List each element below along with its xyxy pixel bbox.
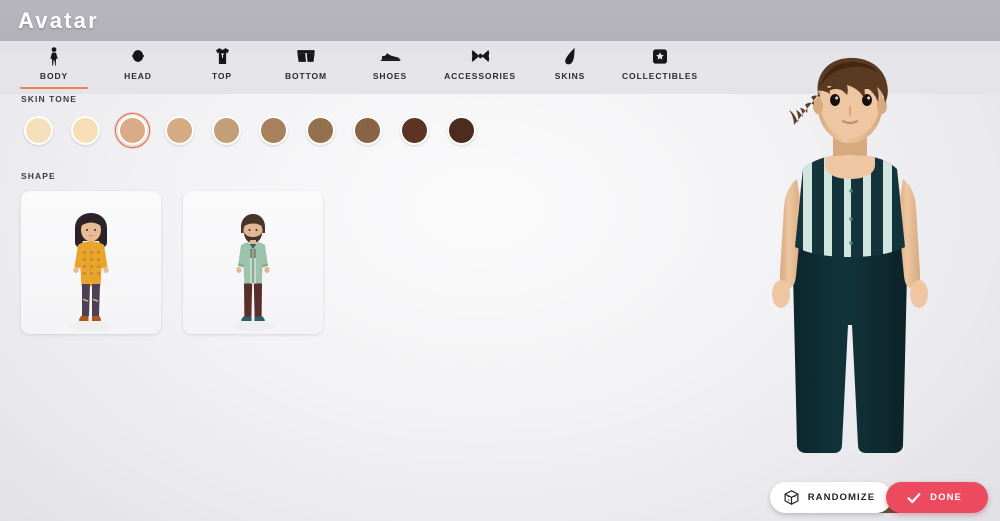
tab-accessories[interactable]: ACCESSORIES: [432, 41, 528, 94]
skin-tone-swatch-6[interactable]: [303, 113, 338, 148]
tab-label: SKINS: [554, 71, 586, 81]
body-icon: [46, 46, 62, 66]
page-title: Avatar: [18, 7, 99, 33]
skin-tone-swatch-8[interactable]: [397, 113, 432, 148]
shape-figure: [207, 204, 299, 334]
tab-head[interactable]: HEAD: [96, 41, 180, 94]
tab-body[interactable]: BODY: [12, 41, 96, 94]
randomize-button[interactable]: RANDOMIZE: [769, 482, 893, 513]
shoe-icon: [380, 46, 401, 66]
shape-figure: [45, 204, 137, 334]
skin-tone-swatch-0[interactable]: [21, 113, 56, 148]
customization-panel: SKIN TONE SHAPE: [0, 94, 700, 334]
tab-label: TOP: [211, 71, 233, 81]
active-tab-indicator: [20, 87, 88, 89]
tab-skins[interactable]: SKINS: [528, 41, 612, 94]
done-label: DONE: [930, 492, 962, 503]
swatch-color: [259, 116, 288, 145]
avatar-editor-screen: Avatar BODY HEAD TOP BOTTOM SHOES ACCESSORIES…: [0, 0, 1000, 521]
swatch-color: [118, 116, 147, 145]
skin-tone-swatch-1[interactable]: [68, 113, 103, 148]
skin-tone-swatch-9[interactable]: [444, 113, 479, 148]
swatch-color: [212, 116, 241, 145]
swatch-color: [165, 116, 194, 145]
swatch-color: [24, 116, 53, 145]
avatar-3d-preview: [725, 51, 975, 521]
tab-label: BOTTOM: [284, 71, 328, 81]
swatch-color: [71, 116, 100, 145]
app-header: Avatar: [0, 0, 1000, 41]
skin-tone-swatch-3[interactable]: [162, 113, 197, 148]
swatch-color: [306, 116, 335, 145]
skin-tone-swatch-4[interactable]: [209, 113, 244, 148]
shape-label: SHAPE: [21, 171, 56, 181]
tab-bottom[interactable]: BOTTOM: [264, 41, 348, 94]
shape-card-masculine-shape[interactable]: [183, 191, 323, 334]
tab-label: HEAD: [124, 71, 152, 81]
swatch-color: [400, 116, 429, 145]
skin-tone-swatch-2[interactable]: [115, 113, 150, 148]
skin-tone-swatch-7[interactable]: [350, 113, 385, 148]
tab-label: SHOES: [372, 71, 408, 81]
tshirt-icon: [214, 46, 231, 66]
bow-icon: [471, 46, 490, 66]
category-tabbar: BODY HEAD TOP BOTTOM SHOES ACCESSORIES SKINS CO…: [0, 41, 1000, 94]
tab-label: ACCESSORIES: [444, 71, 516, 81]
shape-card-feminine-shape[interactable]: [21, 191, 161, 334]
tab-label: COLLECTIBLES: [622, 71, 698, 81]
randomize-label: RANDOMIZE: [807, 492, 876, 503]
swatch-color: [353, 116, 382, 145]
skin-tone-swatch-5[interactable]: [256, 113, 291, 148]
collectible-icon: [652, 46, 668, 66]
shorts-icon: [296, 46, 316, 66]
done-button[interactable]: DONE: [886, 482, 988, 513]
action-buttons: RANDOMIZE DONE: [769, 482, 988, 513]
skin-tone-label: SKIN TONE: [21, 94, 78, 104]
tab-shoes[interactable]: SHOES: [348, 41, 432, 94]
check-icon: [906, 490, 922, 506]
tab-top[interactable]: TOP: [180, 41, 264, 94]
skin-tone-swatches: [21, 113, 700, 148]
shape-options: [21, 191, 700, 334]
tab-label: BODY: [39, 71, 69, 81]
tab-collectibles[interactable]: COLLECTIBLES: [612, 41, 708, 94]
head-icon: [129, 46, 147, 66]
dice-icon: [783, 489, 800, 506]
swatch-color: [447, 116, 476, 145]
skin-icon: [564, 46, 577, 66]
avatar-preview-stage: [700, 41, 1000, 521]
